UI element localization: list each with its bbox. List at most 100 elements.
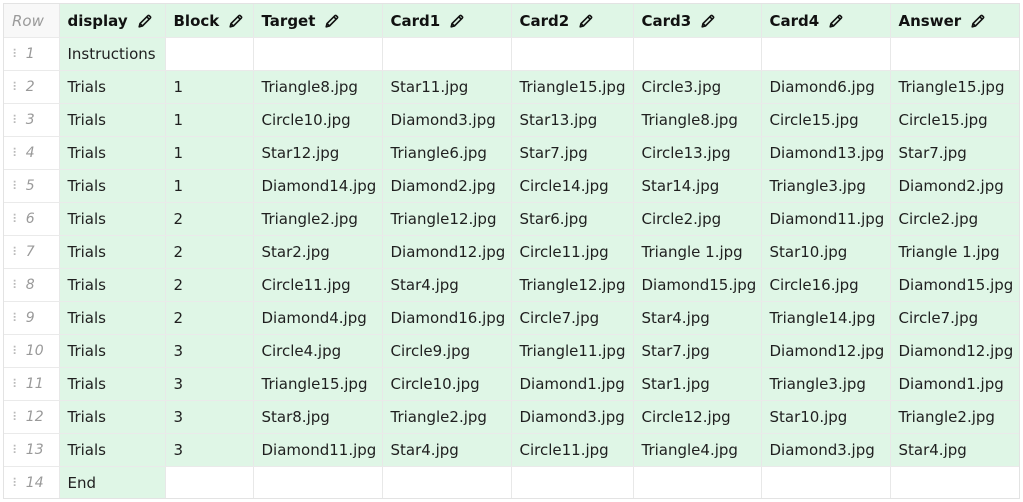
cell-card2[interactable]: Triangle11.jpg xyxy=(511,334,634,368)
cell-card2[interactable] xyxy=(511,37,634,71)
cell-answer[interactable]: Triangle15.jpg xyxy=(890,70,1019,104)
cell-card4[interactable]: Diamond3.jpg xyxy=(761,433,891,467)
cell-block[interactable]: 1 xyxy=(165,70,254,104)
cell-card2[interactable] xyxy=(511,466,634,498)
cell-card3[interactable]: Diamond15.jpg xyxy=(633,268,762,302)
cell-target[interactable]: Diamond4.jpg xyxy=(253,301,383,335)
cell-target[interactable]: Star8.jpg xyxy=(253,400,383,434)
row-number-cell[interactable]: ⠇ 12 xyxy=(4,400,60,434)
cell-answer[interactable]: Diamond12.jpg xyxy=(890,334,1019,368)
cell-card3[interactable]: Circle13.jpg xyxy=(633,136,762,170)
drag-handle-icon[interactable]: ⠇ xyxy=(12,146,21,160)
cell-card4[interactable] xyxy=(761,37,891,71)
cell-card1[interactable]: Diamond16.jpg xyxy=(382,301,512,335)
row-number-cell[interactable]: ⠇ 10 xyxy=(4,334,60,368)
cell-card1[interactable]: Diamond12.jpg xyxy=(382,235,512,269)
cell-target[interactable]: Triangle15.jpg xyxy=(253,367,383,401)
cell-target[interactable]: Triangle2.jpg xyxy=(253,202,383,236)
cell-card2[interactable]: Star6.jpg xyxy=(511,202,634,236)
pencil-icon[interactable] xyxy=(228,13,244,29)
cell-display[interactable]: Trials xyxy=(59,235,166,269)
cell-answer[interactable]: Circle2.jpg xyxy=(890,202,1019,236)
drag-handle-icon[interactable]: ⠇ xyxy=(12,476,21,490)
cell-block[interactable]: 2 xyxy=(165,301,254,335)
cell-answer[interactable]: Diamond15.jpg xyxy=(890,268,1019,302)
cell-card2[interactable]: Diamond1.jpg xyxy=(511,367,634,401)
cell-card4[interactable]: Triangle3.jpg xyxy=(761,367,891,401)
cell-block[interactable]: 1 xyxy=(165,169,254,203)
cell-target[interactable]: Circle4.jpg xyxy=(253,334,383,368)
cell-answer[interactable] xyxy=(890,466,1019,498)
cell-target[interactable]: Star12.jpg xyxy=(253,136,383,170)
cell-card2[interactable]: Circle11.jpg xyxy=(511,433,634,467)
drag-handle-icon[interactable]: ⠇ xyxy=(12,443,21,457)
row-number-cell[interactable]: ⠇ 7 xyxy=(4,235,60,269)
pencil-icon[interactable] xyxy=(137,13,153,29)
cell-card4[interactable]: Circle15.jpg xyxy=(761,103,891,137)
cell-block[interactable]: 2 xyxy=(165,202,254,236)
row-number-cell[interactable]: ⠇ 11 xyxy=(4,367,60,401)
cell-card1[interactable]: Triangle6.jpg xyxy=(382,136,512,170)
cell-card1[interactable] xyxy=(382,37,512,71)
cell-block[interactable]: 3 xyxy=(165,433,254,467)
cell-card1[interactable]: Star11.jpg xyxy=(382,70,512,104)
cell-card1[interactable]: Circle9.jpg xyxy=(382,334,512,368)
pencil-icon[interactable] xyxy=(970,13,986,29)
column-header-card1[interactable]: Card1 xyxy=(382,4,512,38)
cell-card1[interactable]: Star4.jpg xyxy=(382,433,512,467)
cell-display[interactable]: Trials xyxy=(59,169,166,203)
cell-card4[interactable]: Diamond11.jpg xyxy=(761,202,891,236)
drag-handle-icon[interactable]: ⠇ xyxy=(12,377,21,391)
cell-card2[interactable]: Triangle15.jpg xyxy=(511,70,634,104)
cell-card1[interactable]: Star4.jpg xyxy=(382,268,512,302)
pencil-icon[interactable] xyxy=(828,13,844,29)
cell-target[interactable]: Diamond14.jpg xyxy=(253,169,383,203)
cell-card3[interactable]: Triangle 1.jpg xyxy=(633,235,762,269)
cell-card3[interactable]: Circle3.jpg xyxy=(633,70,762,104)
cell-card3[interactable]: Triangle4.jpg xyxy=(633,433,762,467)
cell-block[interactable]: 1 xyxy=(165,103,254,137)
cell-target[interactable]: Circle11.jpg xyxy=(253,268,383,302)
cell-display[interactable]: Trials xyxy=(59,136,166,170)
cell-display[interactable]: Trials xyxy=(59,70,166,104)
pencil-icon[interactable] xyxy=(700,13,716,29)
cell-card3[interactable]: Star14.jpg xyxy=(633,169,762,203)
column-header-card2[interactable]: Card2 xyxy=(511,4,634,38)
cell-target[interactable] xyxy=(253,466,383,498)
row-number-cell[interactable]: ⠇ 9 xyxy=(4,301,60,335)
cell-card3[interactable]: Circle12.jpg xyxy=(633,400,762,434)
cell-display[interactable]: Instructions xyxy=(59,37,166,71)
cell-block[interactable] xyxy=(165,466,254,498)
cell-display[interactable]: Trials xyxy=(59,202,166,236)
cell-card1[interactable]: Triangle12.jpg xyxy=(382,202,512,236)
row-number-cell[interactable]: ⠇ 14 xyxy=(4,466,60,498)
row-number-cell[interactable]: ⠇ 2 xyxy=(4,70,60,104)
cell-card4[interactable]: Star10.jpg xyxy=(761,235,891,269)
pencil-icon[interactable] xyxy=(449,13,465,29)
cell-block[interactable] xyxy=(165,37,254,71)
column-header-card4[interactable]: Card4 xyxy=(761,4,891,38)
drag-handle-icon[interactable]: ⠇ xyxy=(12,278,21,292)
cell-display[interactable]: Trials xyxy=(59,103,166,137)
cell-block[interactable]: 2 xyxy=(165,268,254,302)
cell-card1[interactable]: Circle10.jpg xyxy=(382,367,512,401)
cell-card1[interactable]: Diamond3.jpg xyxy=(382,103,512,137)
cell-card2[interactable]: Circle11.jpg xyxy=(511,235,634,269)
cell-block[interactable]: 1 xyxy=(165,136,254,170)
cell-card3[interactable]: Star7.jpg xyxy=(633,334,762,368)
row-number-cell[interactable]: ⠇ 3 xyxy=(4,103,60,137)
cell-answer[interactable]: Diamond2.jpg xyxy=(890,169,1019,203)
row-number-cell[interactable]: ⠇ 6 xyxy=(4,202,60,236)
drag-handle-icon[interactable]: ⠇ xyxy=(12,80,21,94)
cell-card3[interactable]: Triangle8.jpg xyxy=(633,103,762,137)
row-number-cell[interactable]: ⠇ 5 xyxy=(4,169,60,203)
drag-handle-icon[interactable]: ⠇ xyxy=(12,47,21,61)
cell-card2[interactable]: Star13.jpg xyxy=(511,103,634,137)
cell-card3[interactable] xyxy=(633,466,762,498)
cell-card4[interactable]: Triangle14.jpg xyxy=(761,301,891,335)
cell-display[interactable]: Trials xyxy=(59,334,166,368)
cell-card3[interactable] xyxy=(633,37,762,71)
cell-target[interactable]: Star2.jpg xyxy=(253,235,383,269)
cell-block[interactable]: 3 xyxy=(165,334,254,368)
drag-handle-icon[interactable]: ⠇ xyxy=(12,410,21,424)
